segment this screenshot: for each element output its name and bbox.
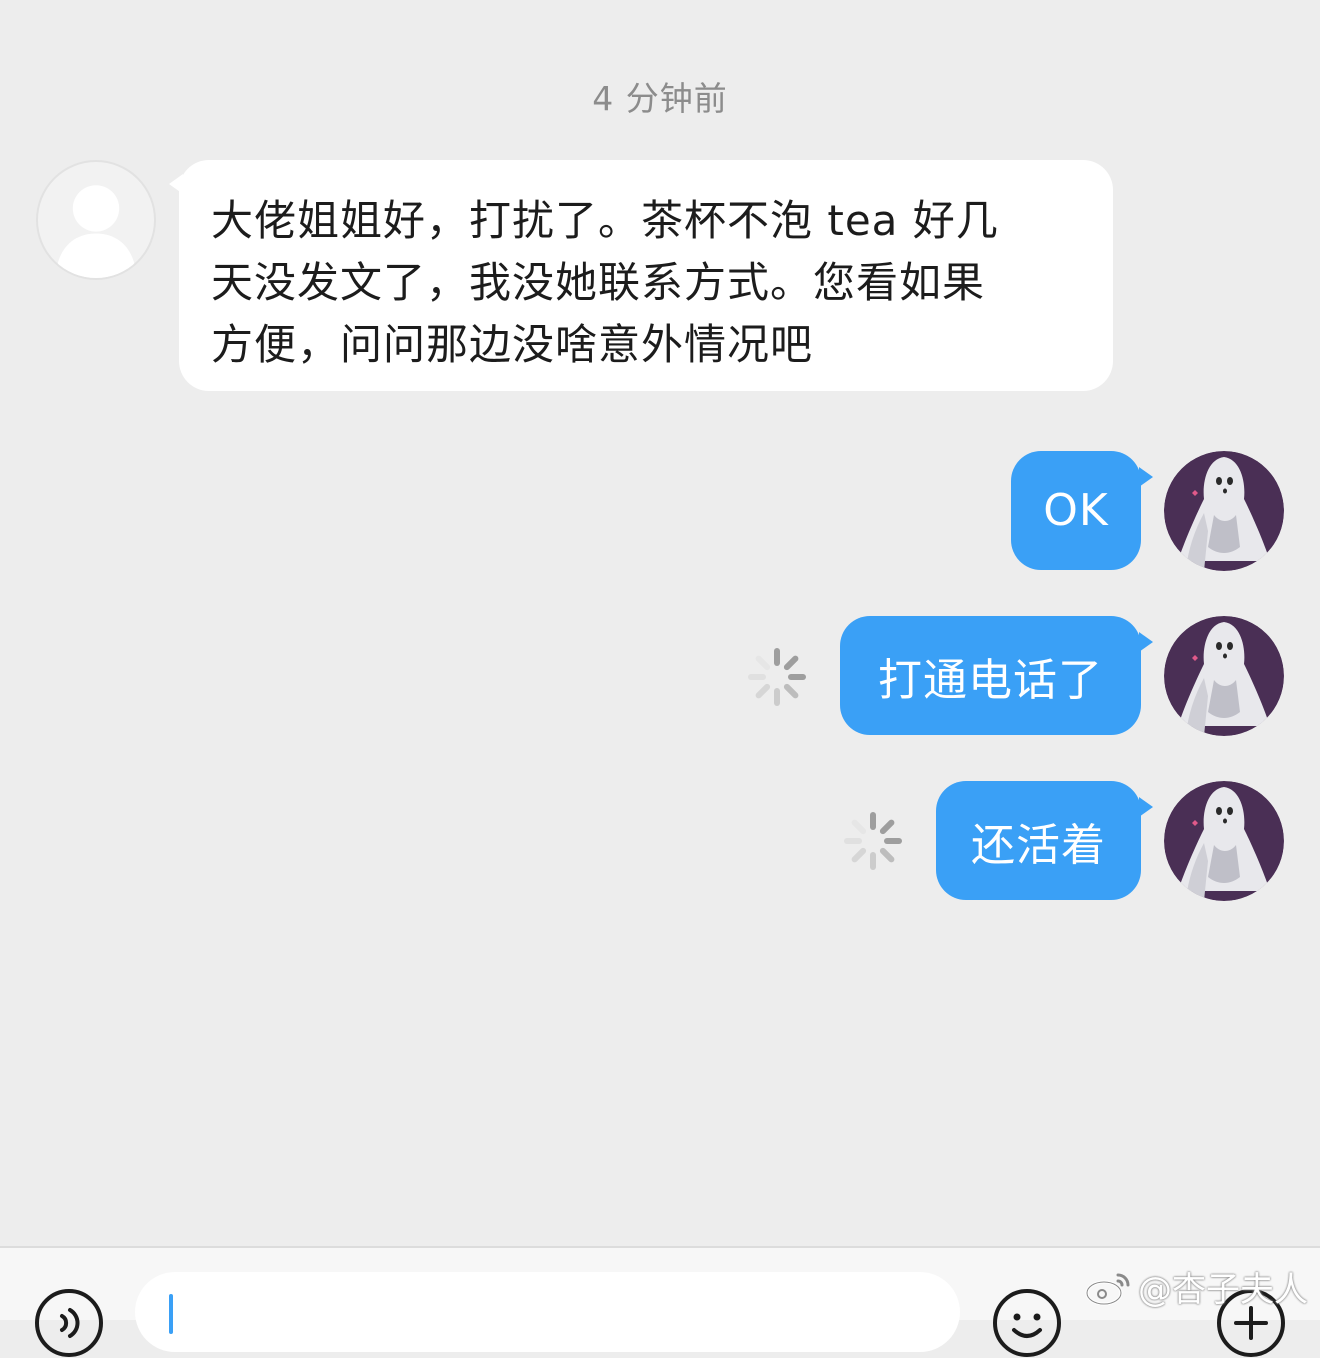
- outgoing-message-text: OK: [1043, 485, 1109, 536]
- weibo-logo-icon: [1085, 1273, 1130, 1305]
- loading-spinner-icon: [842, 810, 904, 872]
- emoji-icon[interactable]: [992, 1288, 1062, 1358]
- incoming-message-line: 天没发文了，我没她联系方式。您看如果: [211, 258, 986, 307]
- outgoing-message-bubble[interactable]: OK: [1011, 451, 1153, 570]
- timestamp: 4 分钟前: [592, 79, 728, 118]
- text-caret: [169, 1294, 173, 1334]
- ghost-bride-avatar-icon: [1164, 451, 1284, 571]
- incoming-message-line: 大佬姐姐好，打扰了。茶杯不泡 tea 好几: [211, 196, 999, 245]
- outgoing-message-bubble[interactable]: 还活着: [936, 781, 1153, 900]
- message-input[interactable]: [135, 1272, 960, 1352]
- watermark: @杏子夫人: [1084, 1262, 1308, 1311]
- outgoing-message-text: 还活着: [971, 819, 1106, 871]
- ghost-bride-avatar-icon: [1164, 616, 1284, 736]
- watermark-text: @杏子夫人: [1138, 1270, 1308, 1310]
- outgoing-message-text: 打通电话了: [878, 654, 1103, 706]
- outgoing-message-bubble[interactable]: 打通电话了: [840, 616, 1153, 735]
- contact-avatar[interactable]: [36, 160, 156, 280]
- my-avatar[interactable]: [1164, 451, 1284, 571]
- incoming-message-line: 方便，问问那边没啥意外情况吧: [211, 320, 814, 369]
- ghost-bride-avatar-icon: [1164, 781, 1284, 901]
- my-avatar[interactable]: [1164, 616, 1284, 736]
- voice-icon[interactable]: [34, 1288, 104, 1358]
- default-user-icon: [55, 185, 137, 278]
- incoming-message-bubble[interactable]: 大佬姐姐好，打扰了。茶杯不泡 tea 好几 天没发文了，我没她联系方式。您看如果…: [169, 160, 1113, 391]
- my-avatar[interactable]: [1164, 781, 1284, 901]
- loading-spinner-icon: [746, 646, 808, 708]
